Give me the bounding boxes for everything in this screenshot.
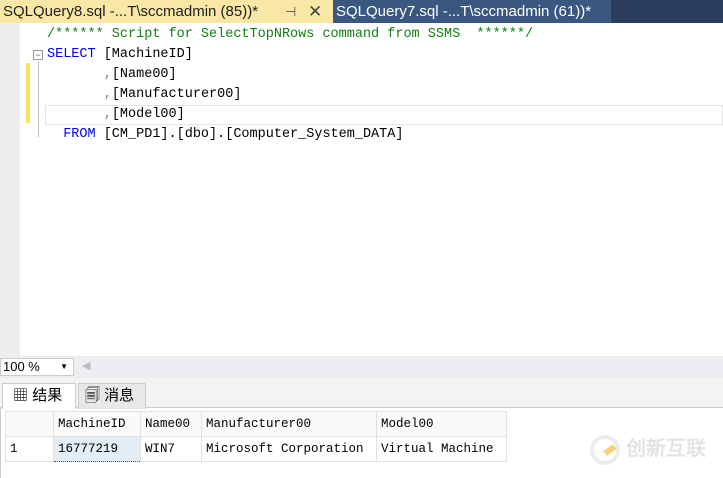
zoom-select[interactable]: 100 % ▼ (0, 358, 74, 376)
cell[interactable]: WIN7 (140, 436, 202, 462)
chevron-down-icon: ▼ (60, 362, 68, 371)
code-comment: /****** Script for SelectTopNRows comman… (47, 27, 534, 42)
editor-gutter (0, 23, 20, 356)
column-header[interactable]: Model00 (376, 411, 507, 437)
grid-icon: ▦ (13, 387, 29, 404)
collapse-icon[interactable]: − (33, 50, 43, 60)
column-header[interactable]: Name00 (140, 411, 202, 437)
tab-label: SQLQuery8.sql -...T\sccmadmin (85))* (3, 3, 259, 20)
cell[interactable]: 16777219 (53, 436, 141, 462)
tab-messages[interactable]: 🗐 消息 (78, 383, 146, 409)
tab-sqlquery8[interactable]: SQLQuery8.sql -...T\sccmadmin (85))* ⊣ ✕ (0, 0, 333, 23)
change-indicator (26, 63, 30, 123)
corner-cell[interactable] (5, 411, 54, 437)
column-header[interactable]: Manufacturer00 (201, 411, 377, 437)
header-row: MachineID Name00 Manufacturer00 Model00 (5, 411, 507, 437)
tab-label: SQLQuery7.sql -...T\sccmadmin (61))* (336, 3, 592, 20)
close-icon[interactable]: ✕ (308, 0, 322, 23)
query-editor[interactable]: − /****** Script for SelectTopNRows comm… (0, 23, 723, 356)
fold-line (38, 61, 39, 137)
column-name00: [Name00] (111, 67, 177, 82)
comma: , (103, 67, 112, 82)
scroll-left-icon[interactable]: ◀ (82, 359, 90, 372)
keyword-select: SELECT (47, 47, 96, 62)
cell[interactable]: Microsoft Corporation (201, 436, 377, 462)
tab-results-label: 结果 (32, 387, 63, 404)
results-tab-bar: ▦ 结果 🗐 消息 (0, 378, 723, 409)
column-machineid: [MachineID] (95, 47, 193, 62)
from-table: [CM_PD1].[dbo].[Computer_System_DATA] (95, 127, 404, 142)
messages-icon: 🗐 (85, 387, 100, 404)
tab-results[interactable]: ▦ 结果 (2, 383, 76, 409)
sql-code: /****** Script for SelectTopNRows comman… (47, 25, 533, 145)
column-model00: [Model00] (111, 107, 185, 122)
column-manufacturer00: [Manufacturer00] (111, 87, 242, 102)
zoom-bar: 100 % ▼ ◀ (0, 356, 723, 378)
cell[interactable]: Virtual Machine (376, 436, 507, 462)
table-row[interactable]: 1 16777219 WIN7 Microsoft Corporation Vi… (5, 436, 507, 462)
tab-sqlquery7[interactable]: SQLQuery7.sql -...T\sccmadmin (61))* (333, 0, 611, 23)
document-tab-bar: SQLQuery8.sql -...T\sccmadmin (85))* ⊣ ✕… (0, 0, 723, 23)
zoom-value: 100 % (3, 359, 40, 374)
keyword-from: FROM (63, 127, 96, 142)
row-number[interactable]: 1 (5, 436, 54, 462)
watermark-text: 创新互联 (626, 438, 706, 460)
comma: , (103, 87, 112, 102)
column-header[interactable]: MachineID (53, 411, 141, 437)
results-grid: MachineID Name00 Manufacturer00 Model00 … (5, 411, 507, 462)
watermark: 创新互联 (590, 432, 706, 465)
pin-icon[interactable]: ⊣ (285, 0, 296, 23)
comma: , (103, 107, 112, 122)
watermark-logo-icon (590, 434, 620, 465)
tab-messages-label: 消息 (104, 387, 135, 404)
